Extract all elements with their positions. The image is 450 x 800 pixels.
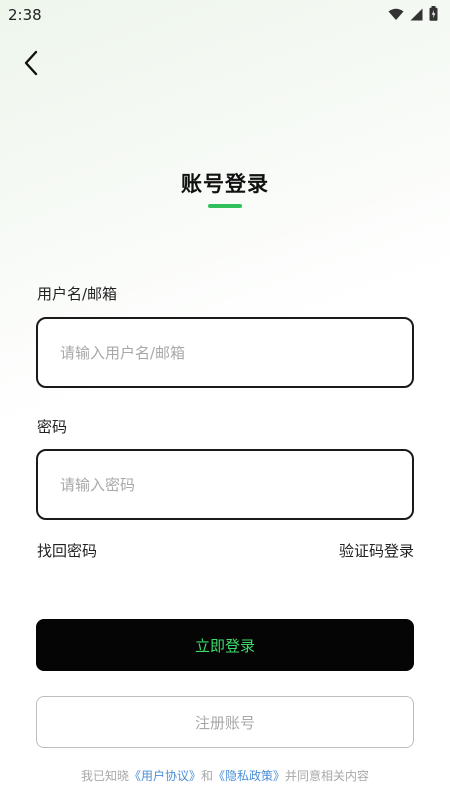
battery-icon <box>429 5 438 25</box>
login-button[interactable]: 立即登录 <box>36 619 414 671</box>
forgot-password-link[interactable]: 找回密码 <box>37 540 97 561</box>
username-label: 用户名/邮箱 <box>37 285 118 303</box>
agreement-text: 我已知晓《用户协议》和《隐私政策》并同意相关内容 <box>0 767 450 784</box>
username-field[interactable] <box>36 317 414 388</box>
username-input[interactable] <box>60 343 390 362</box>
user-agreement-link[interactable]: 《用户协议》 <box>129 769 201 783</box>
wifi-icon <box>388 6 404 25</box>
page-title: 账号登录 <box>181 172 269 196</box>
chevron-left-icon <box>23 50 39 80</box>
password-input[interactable] <box>60 475 390 494</box>
agreement-conjunction: 和 <box>200 769 213 783</box>
status-bar: 2:38 <box>0 0 450 30</box>
register-button[interactable]: 注册账号 <box>36 696 414 748</box>
code-login-link[interactable]: 验证码登录 <box>339 540 414 561</box>
privacy-policy-link[interactable]: 《隐私政策》 <box>213 769 285 783</box>
password-field[interactable] <box>36 449 414 520</box>
status-icons <box>388 5 438 25</box>
status-time: 2:38 <box>8 6 42 24</box>
password-label: 密码 <box>37 418 68 436</box>
title-underline <box>208 204 242 208</box>
back-button[interactable] <box>16 48 46 82</box>
signal-icon <box>410 6 423 25</box>
agreement-suffix: 并同意相关内容 <box>285 769 370 783</box>
agreement-prefix: 我已知晓 <box>80 769 129 783</box>
title-section: 账号登录 <box>0 168 450 208</box>
